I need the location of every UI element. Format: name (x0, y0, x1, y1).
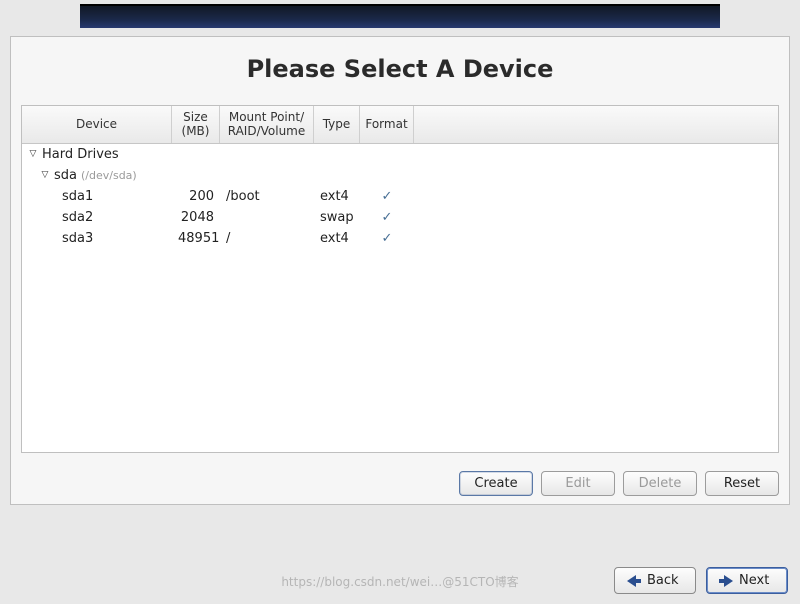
col-format[interactable]: Format (360, 106, 414, 143)
device-panel: Please Select A Device Device Size (MB) … (10, 36, 790, 505)
partition-format: ✓ (360, 210, 414, 225)
disk-row[interactable]: ▽ sda (/dev/sda) (22, 165, 778, 186)
partition-size: 2048 (172, 210, 220, 225)
triangle-down-icon[interactable]: ▽ (40, 170, 50, 180)
partition-type: swap (314, 210, 360, 225)
partition-name: sda2 (22, 210, 172, 225)
col-size[interactable]: Size (MB) (172, 106, 220, 143)
wizard-nav: Back Next (614, 567, 788, 594)
edit-button: Edit (541, 471, 615, 496)
arrow-left-icon (627, 575, 641, 587)
partition-name: sda3 (22, 231, 172, 246)
partition-format: ✓ (360, 189, 414, 204)
partition-size: 48951 (172, 231, 220, 246)
delete-button: Delete (623, 471, 697, 496)
partition-format: ✓ (360, 231, 414, 246)
page-title: Please Select A Device (11, 37, 789, 105)
partition-row[interactable]: sda1200/bootext4 ✓ (22, 186, 778, 207)
triangle-down-icon[interactable]: ▽ (28, 149, 38, 159)
arrow-right-icon (719, 575, 733, 587)
partition-type: ext4 (314, 189, 360, 204)
table-header: Device Size (MB) Mount Point/ RAID/Volum… (22, 106, 778, 144)
tree-root-row[interactable]: ▽ Hard Drives (22, 144, 778, 165)
check-icon: ✓ (382, 189, 393, 204)
partition-row[interactable]: sda348951/ext4 ✓ (22, 228, 778, 249)
partition-type: ext4 (314, 231, 360, 246)
partition-row[interactable]: sda22048 swap ✓ (22, 207, 778, 228)
disk-path: (/dev/sda) (81, 169, 137, 182)
disk-label: sda (54, 168, 77, 183)
reset-button[interactable]: Reset (705, 471, 779, 496)
partition-name: sda1 (22, 189, 172, 204)
create-button[interactable]: Create (459, 471, 533, 496)
check-icon: ✓ (382, 231, 393, 246)
next-label: Next (739, 573, 769, 588)
installer-banner (80, 4, 720, 28)
back-button[interactable]: Back (614, 567, 696, 594)
partition-size: 200 (172, 189, 220, 204)
back-label: Back (647, 573, 679, 588)
partition-mount: / (220, 231, 314, 246)
col-type[interactable]: Type (314, 106, 360, 143)
check-icon: ✓ (382, 210, 393, 225)
col-device[interactable]: Device (22, 106, 172, 143)
action-button-row: Create Edit Delete Reset (11, 463, 789, 504)
tree-root-label: Hard Drives (42, 147, 119, 162)
partition-mount: /boot (220, 189, 314, 204)
next-button[interactable]: Next (706, 567, 788, 594)
table-body[interactable]: ▽ Hard Drives ▽ sda (/dev/sda) sda1200/b… (22, 144, 778, 452)
col-mount[interactable]: Mount Point/ RAID/Volume (220, 106, 314, 143)
partition-table: Device Size (MB) Mount Point/ RAID/Volum… (21, 105, 779, 453)
